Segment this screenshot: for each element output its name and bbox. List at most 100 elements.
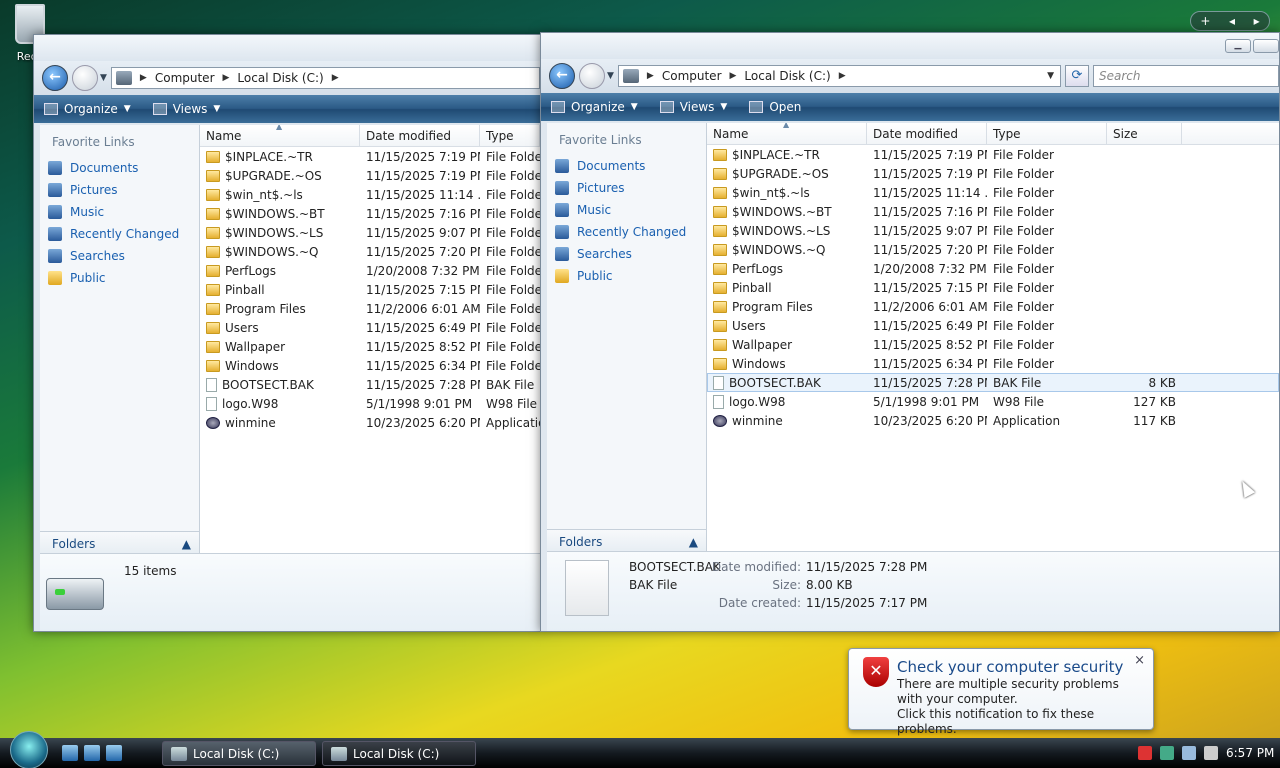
nav-item-searches[interactable]: Searches [547,243,706,265]
start-button[interactable] [10,731,48,768]
file-row[interactable]: logo.W98 5/1/1998 9:01 PM W98 File 127 KB [707,392,1279,411]
chevron-right-icon[interactable]: ▶ [839,71,846,81]
file-row[interactable]: winmine 10/23/2025 6:20 PM Application 117 … [707,411,1279,430]
folders-toggle[interactable]: Folders ▲ [40,531,199,555]
file-list[interactable]: ▲ Name Date modified Type $INPLACE.~TR 11… [200,125,540,555]
file-row[interactable]: $WINDOWS.~Q 11/15/2025 7:20 PM File Folder [707,240,1279,259]
explorer-window-back[interactable]: ← ▼ ▶ Computer ▶ Local Disk (C:) ▶ Organ… [33,34,541,632]
add-gadget-button[interactable]: + [1200,14,1210,28]
breadcrumb-local-disk[interactable]: Local Disk (C:) [744,69,830,83]
views-button[interactable]: Views ▼ [152,102,220,116]
forward-button[interactable] [72,65,98,91]
file-list[interactable]: ▲ Name Date modified Type Size $INPLACE.… [707,123,1279,553]
file-row[interactable]: $win_nt$.~ls 11/15/2025 11:14 ... File Fol… [200,185,540,204]
forward-button[interactable] [579,63,605,89]
taskbar-button-local-disk-1[interactable]: Local Disk (C:) [162,741,316,766]
nav-item-documents[interactable]: Documents [40,157,199,179]
file-row[interactable]: $INPLACE.~TR 11/15/2025 7:19 PM File Folde… [707,145,1279,164]
explorer-window-front[interactable]: ▁ ← ▼ ▶ Computer ▶ Local Disk (C:) ▶ ▼ ⟳… [540,32,1280,632]
file-row[interactable]: Pinball 11/15/2025 7:15 PM File Folder [200,280,540,299]
windows-update-icon[interactable] [1160,746,1174,760]
file-row[interactable]: BOOTSECT.BAK 11/15/2025 7:28 PM BAK File 8 … [707,373,1279,392]
file-row[interactable]: BOOTSECT.BAK 11/15/2025 7:28 PM BAK File [200,375,540,394]
nav-item-searches[interactable]: Searches [40,245,199,267]
file-row[interactable]: $WINDOWS.~LS 11/15/2025 9:07 PM File Folde… [200,223,540,242]
file-row[interactable]: Windows 11/15/2025 6:34 PM File Folder [200,356,540,375]
address-bar[interactable]: ▶ Computer ▶ Local Disk (C:) ▶ ▼ [617,65,1061,87]
file-row[interactable]: $WINDOWS.~LS 11/15/2025 9:07 PM File Folde… [707,221,1279,240]
file-row[interactable]: PerfLogs 1/20/2008 7:32 PM File Folder [200,261,540,280]
taskbar-button-local-disk-2[interactable]: Local Disk (C:) [322,741,476,766]
chevron-right-icon[interactable]: ▶ [332,73,339,83]
back-button[interactable]: ← [549,63,575,89]
organize-button[interactable]: Organize ▼ [551,100,638,114]
file-row[interactable]: Wallpaper 11/15/2025 8:52 PM File Folder [707,335,1279,354]
file-row[interactable]: Windows 11/15/2025 6:34 PM File Folder [707,354,1279,373]
address-dropdown-icon[interactable]: ▼ [1047,71,1054,81]
title-bar[interactable]: ▁ [541,33,1279,59]
address-bar[interactable]: ▶ Computer ▶ Local Disk (C:) ▶ [110,67,540,89]
file-row[interactable]: winmine 10/23/2025 6:20 PM Applicatio [200,413,540,432]
folders-toggle[interactable]: Folders ▲ [547,529,706,553]
nav-item-music[interactable]: Music [40,201,199,223]
back-button[interactable]: ← [42,65,68,91]
file-row[interactable]: PerfLogs 1/20/2008 7:32 PM File Folder [707,259,1279,278]
chevron-right-icon[interactable]: ▶ [647,71,654,81]
nav-item-public[interactable]: Public [547,265,706,287]
column-size[interactable]: Size [1107,123,1182,144]
breadcrumb-computer[interactable]: Computer [662,69,722,83]
network-icon[interactable] [1182,746,1196,760]
file-row[interactable]: $WINDOWS.~BT 11/15/2025 7:16 PM File Folde… [707,202,1279,221]
chevron-right-icon[interactable]: ▶ [730,71,737,81]
file-row[interactable]: $INPLACE.~TR 11/15/2025 7:19 PM File Folde… [200,147,540,166]
breadcrumb-computer[interactable]: Computer [155,71,215,85]
file-row[interactable]: logo.W98 5/1/1998 9:01 PM W98 File [200,394,540,413]
nav-item-music[interactable]: Music [547,199,706,221]
chevron-right-icon[interactable]: ▶ [223,73,230,83]
chevron-right-icon[interactable]: ▶ [140,73,147,83]
show-desktop-icon[interactable] [84,745,100,761]
file-row[interactable]: Program Files 11/2/2006 6:01 AM File Folde… [200,299,540,318]
title-bar[interactable] [34,35,540,61]
prev-gadget-button[interactable]: ◂ [1229,14,1235,28]
column-date-modified[interactable]: Date modified [867,123,987,144]
nav-item-recently-changed[interactable]: Recently Changed [40,223,199,245]
file-row[interactable]: Program Files 11/2/2006 6:01 AM File Folde… [707,297,1279,316]
nav-item-public[interactable]: Public [40,267,199,289]
file-row[interactable]: Wallpaper 11/15/2025 8:52 PM File Folder [200,337,540,356]
column-type[interactable]: Type [480,125,540,146]
nav-item-pictures[interactable]: Pictures [40,179,199,201]
file-row[interactable]: $WINDOWS.~Q 11/15/2025 7:20 PM File Folder [200,242,540,261]
clock[interactable]: 6:57 PM [1226,746,1274,760]
recent-pages-dropdown[interactable]: ▼ [100,73,107,83]
column-date-modified[interactable]: Date modified [360,125,480,146]
file-row[interactable]: $UPGRADE.~OS 11/15/2025 7:19 PM File Folde… [200,166,540,185]
file-row[interactable]: Users 11/15/2025 6:49 PM File Folder [200,318,540,337]
nav-item-pictures[interactable]: Pictures [547,177,706,199]
refresh-button[interactable]: ⟳ [1065,65,1089,87]
column-type[interactable]: Type [987,123,1107,144]
sidebar-gadget-controls[interactable]: + ◂ ▸ [1190,11,1270,31]
next-gadget-button[interactable]: ▸ [1254,14,1260,28]
file-row[interactable]: $win_nt$.~ls 11/15/2025 11:14 ... File Fol… [707,183,1279,202]
file-row[interactable]: $WINDOWS.~BT 11/15/2025 7:16 PM File Folde… [200,204,540,223]
nav-item-documents[interactable]: Documents [547,155,706,177]
maximize-button[interactable] [1253,39,1279,53]
file-row[interactable]: $UPGRADE.~OS 11/15/2025 7:19 PM File Folde… [707,164,1279,183]
open-button[interactable]: Open [749,100,801,114]
views-button[interactable]: Views ▼ [659,100,727,114]
volume-muted-icon[interactable] [1204,746,1218,760]
close-icon[interactable]: × [1134,653,1145,668]
internet-explorer-icon[interactable] [62,745,78,761]
file-row[interactable]: Pinball 11/15/2025 7:15 PM File Folder [707,278,1279,297]
minimize-button[interactable]: ▁ [1225,39,1251,53]
organize-button[interactable]: Organize ▼ [44,102,131,116]
breadcrumb-local-disk[interactable]: Local Disk (C:) [237,71,323,85]
search-input[interactable]: Search [1093,65,1279,87]
file-row[interactable]: Users 11/15/2025 6:49 PM File Folder [707,316,1279,335]
security-notification[interactable]: ✕ Check your computer security There are… [848,648,1154,736]
recent-pages-dropdown[interactable]: ▼ [607,71,614,81]
security-alert-icon[interactable] [1138,746,1152,760]
switch-windows-icon[interactable] [106,745,122,761]
nav-item-recently-changed[interactable]: Recently Changed [547,221,706,243]
